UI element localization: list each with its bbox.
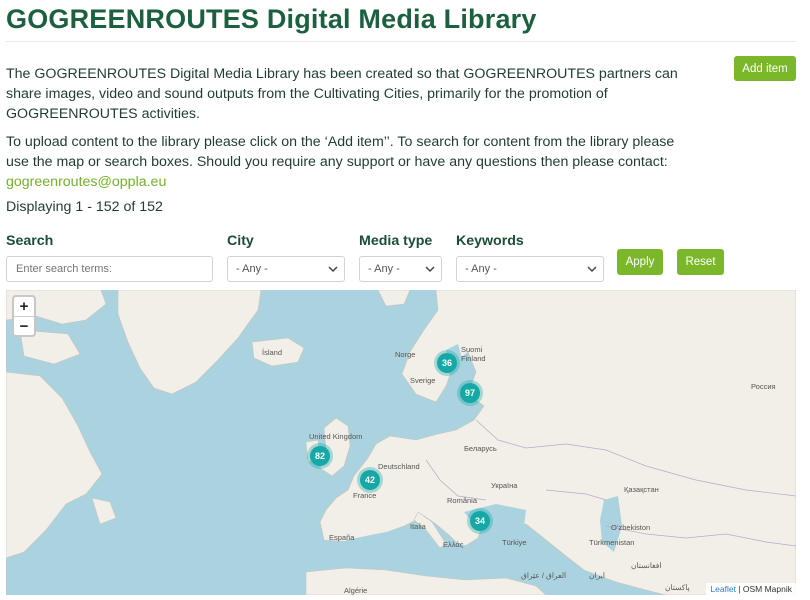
map-label-kazakhstan: Қазақстан	[624, 485, 659, 494]
zoom-in-button[interactable]: +	[14, 297, 34, 316]
media-type-label: Media type	[359, 233, 433, 249]
map-label-pakistan: پاکستان	[665, 583, 690, 592]
add-item-button[interactable]: Add item	[734, 56, 796, 81]
cluster-count: 97	[460, 383, 480, 403]
map-label-romania: România	[447, 496, 478, 505]
map-label-iraq: العراق / عێراق	[521, 571, 567, 580]
chevron-down-icon	[425, 266, 435, 273]
keywords-select-value: - Any -	[465, 263, 497, 275]
cluster-marker-france[interactable]: 42	[357, 467, 383, 493]
map-label-turkey: Türkiye	[502, 538, 527, 547]
chevron-down-icon	[587, 266, 597, 273]
city-select[interactable]: - Any -	[227, 256, 345, 282]
zoom-out-button[interactable]: −	[14, 316, 34, 335]
map-label-iran: ایران	[589, 571, 605, 580]
map-label-sweden: Sverige	[410, 376, 436, 385]
city-label: City	[227, 233, 254, 249]
map-label-finland: Finland	[461, 354, 486, 363]
cluster-marker-nordic[interactable]: 36	[434, 350, 460, 376]
city-select-value: - Any -	[236, 263, 268, 275]
zoom-control: + −	[12, 295, 36, 337]
map-label-algeria: Algérie	[344, 586, 368, 595]
map-label-iceland: Ísland	[262, 348, 283, 357]
cluster-count: 82	[310, 446, 330, 466]
reset-button[interactable]: Reset	[677, 249, 724, 275]
media-type-select[interactable]: - Any -	[359, 256, 442, 282]
map-label-germany: Deutschland	[378, 462, 420, 471]
title-divider	[6, 41, 796, 42]
media-type-select-value: - Any -	[368, 263, 400, 275]
map-label-italy: Italia	[410, 522, 426, 531]
cluster-marker-finland[interactable]: 97	[457, 380, 483, 406]
cluster-count: 36	[437, 353, 457, 373]
cluster-count: 34	[470, 511, 490, 531]
map-label-suomi: Suomi	[461, 345, 483, 354]
cluster-marker-turkey[interactable]: 34	[467, 508, 493, 534]
keywords-label: Keywords	[456, 233, 524, 249]
map-label-norway: Norge	[395, 350, 416, 359]
chevron-down-icon	[328, 266, 338, 273]
leaflet-link[interactable]: Leaflet	[710, 584, 736, 594]
contact-email-link[interactable]: gogreenroutes@oppla.eu	[6, 174, 166, 190]
search-label: Search	[6, 233, 54, 249]
results-count: Displaying 1 - 152 of 152	[6, 199, 163, 215]
intro-paragraph-2-text: To upload content to the library please …	[6, 134, 675, 170]
intro-paragraph-1: The GOGREENROUTES Digital Media Library …	[6, 66, 678, 122]
intro-paragraph-2: To upload content to the library please …	[6, 132, 678, 192]
cluster-marker-uk[interactable]: 82	[307, 443, 333, 469]
keywords-select[interactable]: - Any -	[456, 256, 604, 282]
map-view[interactable]: Ísland Norge Suomi Finland Sverige Росси…	[6, 290, 796, 595]
map-label-turkmenistan: Türkmenistan	[589, 538, 635, 547]
map-label-uk: United Kingdom	[309, 432, 363, 441]
apply-button[interactable]: Apply	[617, 249, 663, 275]
map-label-ukraine: Україна	[491, 481, 518, 490]
page-title: GOGREENROUTES Digital Media Library	[6, 4, 537, 34]
map-label-belarus: Беларусь	[464, 444, 497, 453]
map-label-afghanistan: افغانستان	[631, 561, 662, 570]
map-label-spain: España	[329, 533, 355, 542]
map-attribution: Leaflet | OSM Mapnik	[706, 583, 796, 595]
map-label-russia: Россия	[751, 382, 776, 391]
osm-attribution: | OSM Mapnik	[735, 584, 792, 594]
cluster-count: 42	[360, 470, 380, 490]
map-label-uzbekistan: O‘zbekiston	[611, 523, 651, 532]
map-label-greece: Ελλάς	[443, 540, 464, 549]
map-basemap	[6, 290, 796, 595]
search-input[interactable]	[6, 256, 213, 282]
